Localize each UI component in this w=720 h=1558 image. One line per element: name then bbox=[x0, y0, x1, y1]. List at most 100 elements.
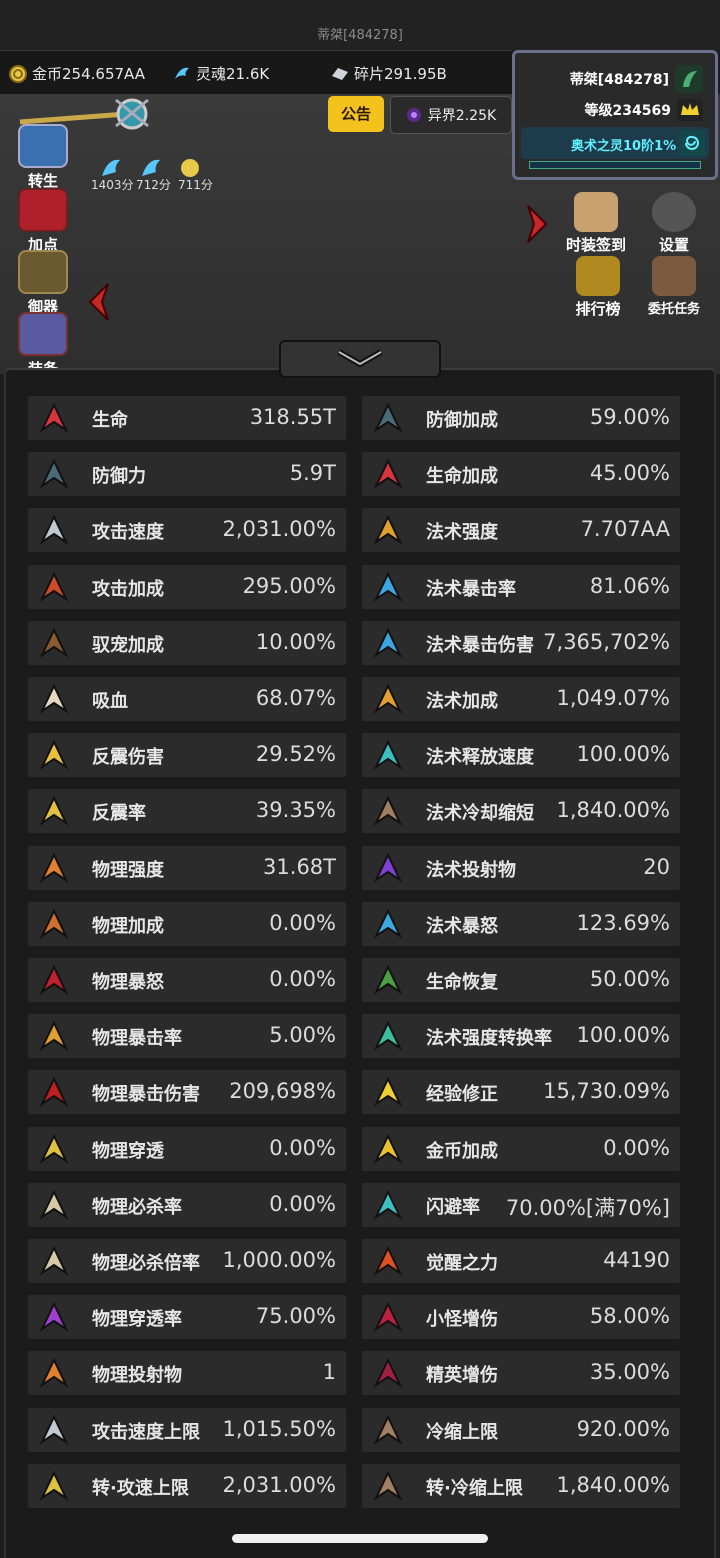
coins-icon bbox=[373, 1133, 403, 1164]
stat-value: 20 bbox=[643, 855, 670, 879]
stat-row-right: 转·冷缩上限 1,840.00% bbox=[362, 1464, 680, 1508]
stat-label: 精英增伤 bbox=[426, 1365, 498, 1386]
trophy-icon bbox=[576, 256, 620, 296]
stat-value: 100.00% bbox=[576, 742, 670, 766]
stat-value: 2,031.00% bbox=[222, 517, 336, 541]
swirl-icon bbox=[679, 130, 705, 156]
arcane-spirit-bar: 奥术之灵10阶1% bbox=[521, 127, 709, 159]
add-points-button[interactable]: 加点 bbox=[14, 188, 72, 255]
dodge-icon bbox=[373, 1189, 403, 1220]
stat-row-left: 物理穿透 0.00% bbox=[28, 1127, 346, 1171]
paw-icon bbox=[39, 627, 69, 658]
resource-bar: 金币254.657AA 灵魂21.6K 碎片291.95B bbox=[0, 50, 512, 96]
new-badge-icon bbox=[574, 192, 618, 232]
heart-icon bbox=[39, 402, 69, 433]
stat-row-right: 精英增伤 35.00% bbox=[362, 1351, 680, 1395]
stat-row-left: 物理加成 0.00% bbox=[28, 902, 346, 946]
settings-button[interactable]: 设置 bbox=[642, 192, 706, 255]
otherworld-button[interactable]: 异界2.25K bbox=[390, 96, 512, 134]
physical-crit-dmg-icon bbox=[39, 1076, 69, 1107]
stat-row-right: 冷缩上限 920.00% bbox=[362, 1408, 680, 1452]
rebirth-icon bbox=[18, 124, 68, 168]
stat-value: 123.69% bbox=[576, 911, 670, 935]
stat-value: 1,049.07% bbox=[556, 686, 670, 710]
ranking-button[interactable]: 排行榜 bbox=[566, 256, 630, 319]
stat-label: 驭宠加成 bbox=[92, 635, 164, 656]
collapse-panel-button[interactable] bbox=[279, 340, 441, 378]
scroll-right-arrow-icon[interactable] bbox=[524, 204, 550, 244]
profile-card[interactable]: 蒂桀[484278] 等级234569 奥术之灵10阶1% bbox=[512, 50, 718, 180]
gold-label: 金币254.657AA bbox=[32, 65, 145, 83]
stat-row-left: 物理穿透率 75.00% bbox=[28, 1295, 346, 1339]
soul-icon bbox=[175, 67, 189, 79]
stat-label: 法术暴击率 bbox=[426, 579, 516, 600]
stat-value: 1,000.00% bbox=[222, 1248, 336, 1272]
stat-row-right: 防御加成 59.00% bbox=[362, 396, 680, 440]
stat-value: 295.00% bbox=[242, 574, 336, 598]
stat-value: 7,365,702% bbox=[543, 630, 670, 654]
soul-resource: 灵魂21.6K bbox=[172, 63, 269, 84]
stat-label: 物理穿透率 bbox=[92, 1309, 182, 1330]
stat-value: 15,730.09% bbox=[543, 1079, 670, 1103]
scroll-icon bbox=[652, 256, 696, 296]
stat-label: 闪避率 bbox=[426, 1197, 480, 1218]
stat-label: 物理穿透 bbox=[92, 1141, 164, 1162]
stat-label: 觉醒之力 bbox=[426, 1253, 498, 1274]
rebirth-button[interactable]: 转生 bbox=[14, 124, 72, 191]
stat-label: 攻击速度上限 bbox=[92, 1422, 200, 1443]
stat-value: 35.00% bbox=[589, 1360, 670, 1384]
stat-row-left: 物理暴击率 5.00% bbox=[28, 1014, 346, 1058]
crown-icon bbox=[373, 1076, 403, 1107]
stat-value: 29.52% bbox=[255, 742, 336, 766]
crown-icon bbox=[677, 99, 703, 121]
stat-value: 5.00% bbox=[269, 1023, 336, 1047]
stat-label: 法术强度转换率 bbox=[426, 1028, 552, 1049]
profile-level: 等级234569 bbox=[584, 103, 671, 119]
stat-label: 法术加成 bbox=[426, 691, 498, 712]
stat-row-left: 吸血 68.07% bbox=[28, 677, 346, 721]
stat-label: 法术暴击伤害 bbox=[426, 635, 534, 656]
window-title: 蒂桀[484278] bbox=[317, 28, 403, 43]
defense-bonus-icon bbox=[373, 402, 403, 433]
notice-button[interactable]: 公告 bbox=[328, 96, 384, 132]
gear-icon bbox=[652, 192, 696, 232]
penetration-icon bbox=[39, 1133, 69, 1164]
stat-row-left: 防御力 5.9T bbox=[28, 452, 346, 496]
stat-label: 物理投射物 bbox=[92, 1365, 182, 1386]
stat-label: 防御力 bbox=[92, 466, 146, 487]
skill-time-2: 712分 bbox=[136, 178, 171, 192]
stat-label: 法术冷却缩短 bbox=[426, 803, 534, 824]
stat-label: 法术强度 bbox=[426, 522, 498, 543]
fashion-signin-label: 时装签到 bbox=[565, 236, 626, 254]
spell-projectile-icon bbox=[373, 852, 403, 883]
profile-name-row: 蒂桀[484278] bbox=[570, 65, 703, 93]
physical-fury-icon bbox=[39, 964, 69, 995]
stat-row-right: 法术加成 1,049.07% bbox=[362, 677, 680, 721]
stat-label: 小怪增伤 bbox=[426, 1309, 498, 1330]
home-indicator[interactable] bbox=[232, 1534, 488, 1543]
stat-value: 1,840.00% bbox=[556, 798, 670, 822]
stat-label: 攻击加成 bbox=[92, 579, 164, 600]
stat-label: 冷缩上限 bbox=[426, 1422, 498, 1443]
shield-icon bbox=[39, 458, 69, 489]
stat-row-left: 反震伤害 29.52% bbox=[28, 733, 346, 777]
stat-value: 920.00% bbox=[576, 1417, 670, 1441]
spell-crit-icon bbox=[373, 571, 403, 602]
chevron-down-icon bbox=[337, 349, 383, 368]
commission-label: 委托任务 bbox=[647, 302, 700, 317]
commission-button[interactable]: 委托任务 bbox=[642, 256, 706, 317]
stat-value: 0.00% bbox=[269, 911, 336, 935]
stat-value: 31.68T bbox=[263, 855, 336, 879]
stat-label: 反震伤害 bbox=[92, 747, 164, 768]
artifact-button[interactable]: 御器 bbox=[14, 250, 72, 317]
spell-fury-icon bbox=[373, 908, 403, 939]
scroll-left-arrow-icon[interactable] bbox=[86, 282, 112, 322]
leaf-icon bbox=[675, 65, 703, 93]
stat-label: 物理加成 bbox=[92, 916, 164, 937]
stat-value: 58.00% bbox=[589, 1304, 670, 1328]
stat-row-left: 攻击速度上限 1,015.50% bbox=[28, 1408, 346, 1452]
skull-multiplier-icon bbox=[39, 1245, 69, 1276]
life-bonus-icon bbox=[373, 458, 403, 489]
stat-row-left: 物理暴怒 0.00% bbox=[28, 958, 346, 1002]
fashion-signin-button[interactable]: 时装签到 bbox=[564, 192, 628, 255]
